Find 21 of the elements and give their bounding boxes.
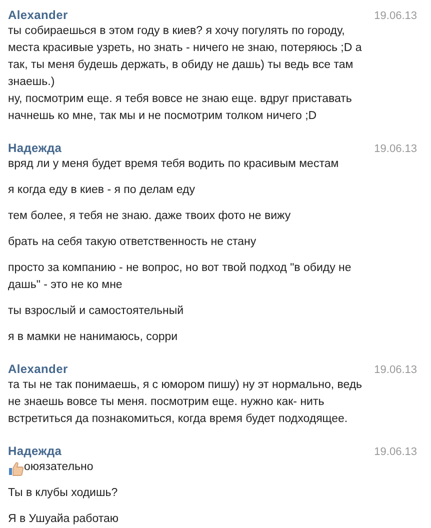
message-text: оюязательно	[24, 460, 94, 475]
message-text: просто за компанию - не вопрос, но вот твой подход "в обиду не дашь" - это не ко мне	[8, 261, 352, 293]
message-date: 19.06.13	[374, 363, 417, 378]
message-date: 19.06.13	[374, 445, 417, 460]
author-name[interactable]: Надежда	[8, 442, 62, 460]
thumbs-up-icon	[8, 461, 24, 476]
message-date: 19.06.13	[374, 142, 417, 157]
message-text: та ты не так понимаешь, я с юмором пишу) ну эт нормально, ведь не знаешь вовсе ты меня. посмотрим еще. нужно как- нить встретиться да познакомиться, когда время будет подходящее.	[8, 378, 362, 427]
message-text: тем более, я тебя не знаю. даже твоих фото не вижу	[8, 209, 291, 224]
message-text: ты собираешься в этом году в киев? я хочу погулять по городу, места красивые узреть, но знать - ничего не знаю, потеряюсь ;D а так, ты меня будешь держать, в обиду не дашь) ты ведь все там знаешь.) ну, посмотрим еще. я тебя вовсе не знаю еще. вдруг приставать начнешь ко мне, так мы и не посмотрим толком ничего ;D	[8, 24, 362, 124]
message-text: вряд ли у меня будет время тебя водить по красивым местам	[8, 157, 339, 172]
message-text: Ты в клубы ходишь?	[8, 486, 118, 501]
message-text: я когда еду в киев - я по делам еду	[8, 183, 196, 198]
author-name[interactable]: Надежда	[8, 139, 62, 157]
message-date: 19.06.13	[374, 9, 417, 24]
message-text: брать на себя такую ответственность не стану	[8, 235, 256, 250]
message-text: ты взрослый и самостоятельный	[8, 304, 184, 319]
message-text: Я в Ушуайа работаю	[8, 512, 119, 527]
author-name[interactable]: Alexander	[8, 6, 68, 24]
message-text: я в мамки не нанимаюсь, сорри	[8, 330, 178, 345]
author-name[interactable]: Alexander	[8, 360, 68, 378]
